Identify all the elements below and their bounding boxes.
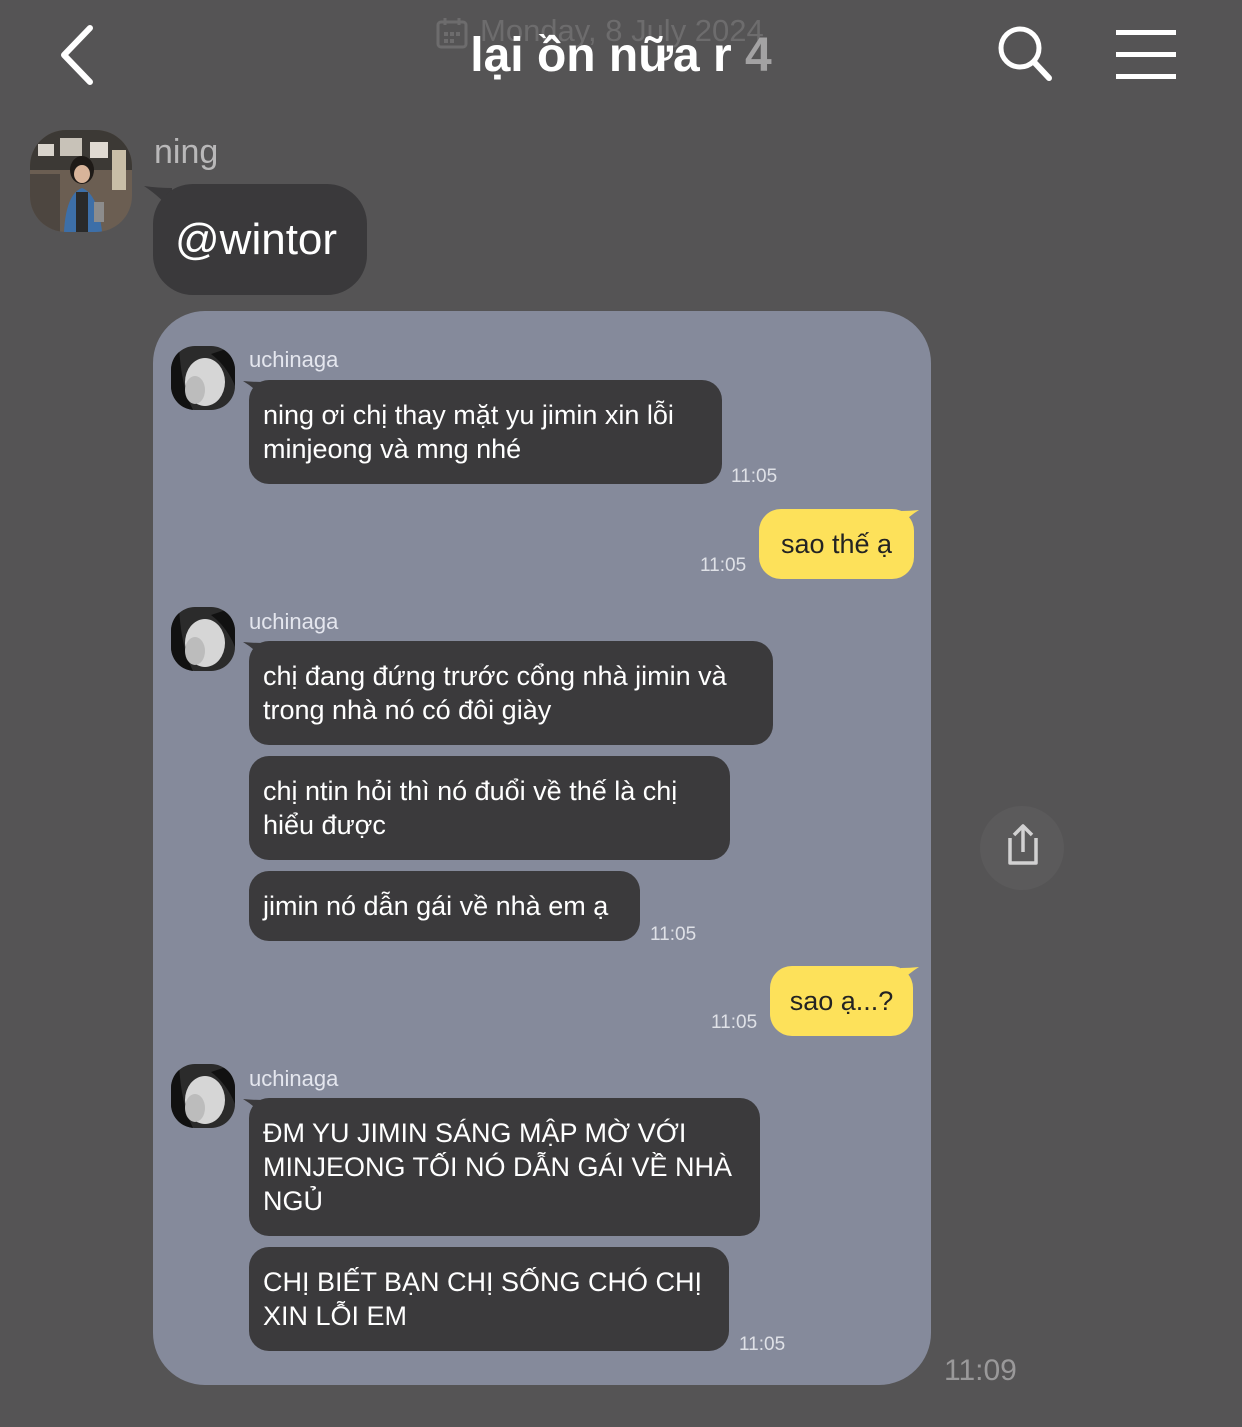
message-bubble: ning ơi chị thay mặt yu jimin xin lỗi mi…: [249, 380, 722, 484]
chat-header: Monday, 8 July 2024 lại ồn nữa r 4: [0, 0, 1242, 115]
avatar: [171, 607, 235, 671]
message-bubble: chị đang đứng trước cổng nhà jimin và tr…: [249, 641, 773, 745]
avatar: [171, 1064, 235, 1128]
message-time: 11:05: [739, 1334, 786, 1355]
message-bubble: jimin nó dẫn gái về nhà em ạ: [249, 871, 640, 941]
sender-name: ning: [154, 133, 219, 171]
shared-chat-image[interactable]: uchinaga ning ơi chị thay mặt yu jimin x…: [153, 311, 931, 1385]
hamburger-menu-icon: [1116, 30, 1176, 79]
message-time: 11:05: [650, 924, 697, 945]
search-button[interactable]: [990, 22, 1060, 86]
message-time: 11:05: [700, 555, 747, 576]
avatar-image: [30, 130, 132, 232]
member-count: 4: [745, 29, 772, 82]
message-bubble: ĐM YU JIMIN SÁNG MẬP MỜ VỚI MINJEONG TỐI…: [249, 1098, 760, 1236]
message-time: 11:05: [711, 1012, 758, 1033]
avatar-image: [171, 607, 235, 671]
message-bubble[interactable]: @wintor: [153, 184, 367, 295]
message-bubble: CHỊ BIẾT BẠN CHỊ SỐNG CHÓ CHỊ XIN LỖI EM: [249, 1247, 729, 1351]
message-time: 11:05: [731, 466, 778, 487]
search-icon: [998, 26, 1052, 81]
bubble-tail: [901, 510, 919, 525]
avatar: [171, 346, 235, 410]
share-icon: [1008, 824, 1038, 865]
message-time: 11:09: [944, 1354, 1017, 1387]
message-bubble: chị ntin hỏi thì nó đuổi về thế là chị h…: [249, 756, 730, 860]
sender-name: uchinaga: [249, 1066, 339, 1091]
avatar-image: [171, 1064, 235, 1128]
bubble-tail: [901, 967, 919, 982]
menu-button[interactable]: [1110, 22, 1184, 86]
share-button[interactable]: [980, 806, 1064, 890]
my-message-bubble: sao ạ...?: [770, 966, 913, 1036]
avatar[interactable]: [30, 130, 132, 232]
sender-name: uchinaga: [249, 347, 339, 372]
chat-title: lại ồn nữa r: [470, 29, 732, 82]
my-message-bubble: sao thế ạ: [759, 509, 914, 579]
avatar-image: [171, 346, 235, 410]
sender-name: uchinaga: [249, 609, 339, 634]
